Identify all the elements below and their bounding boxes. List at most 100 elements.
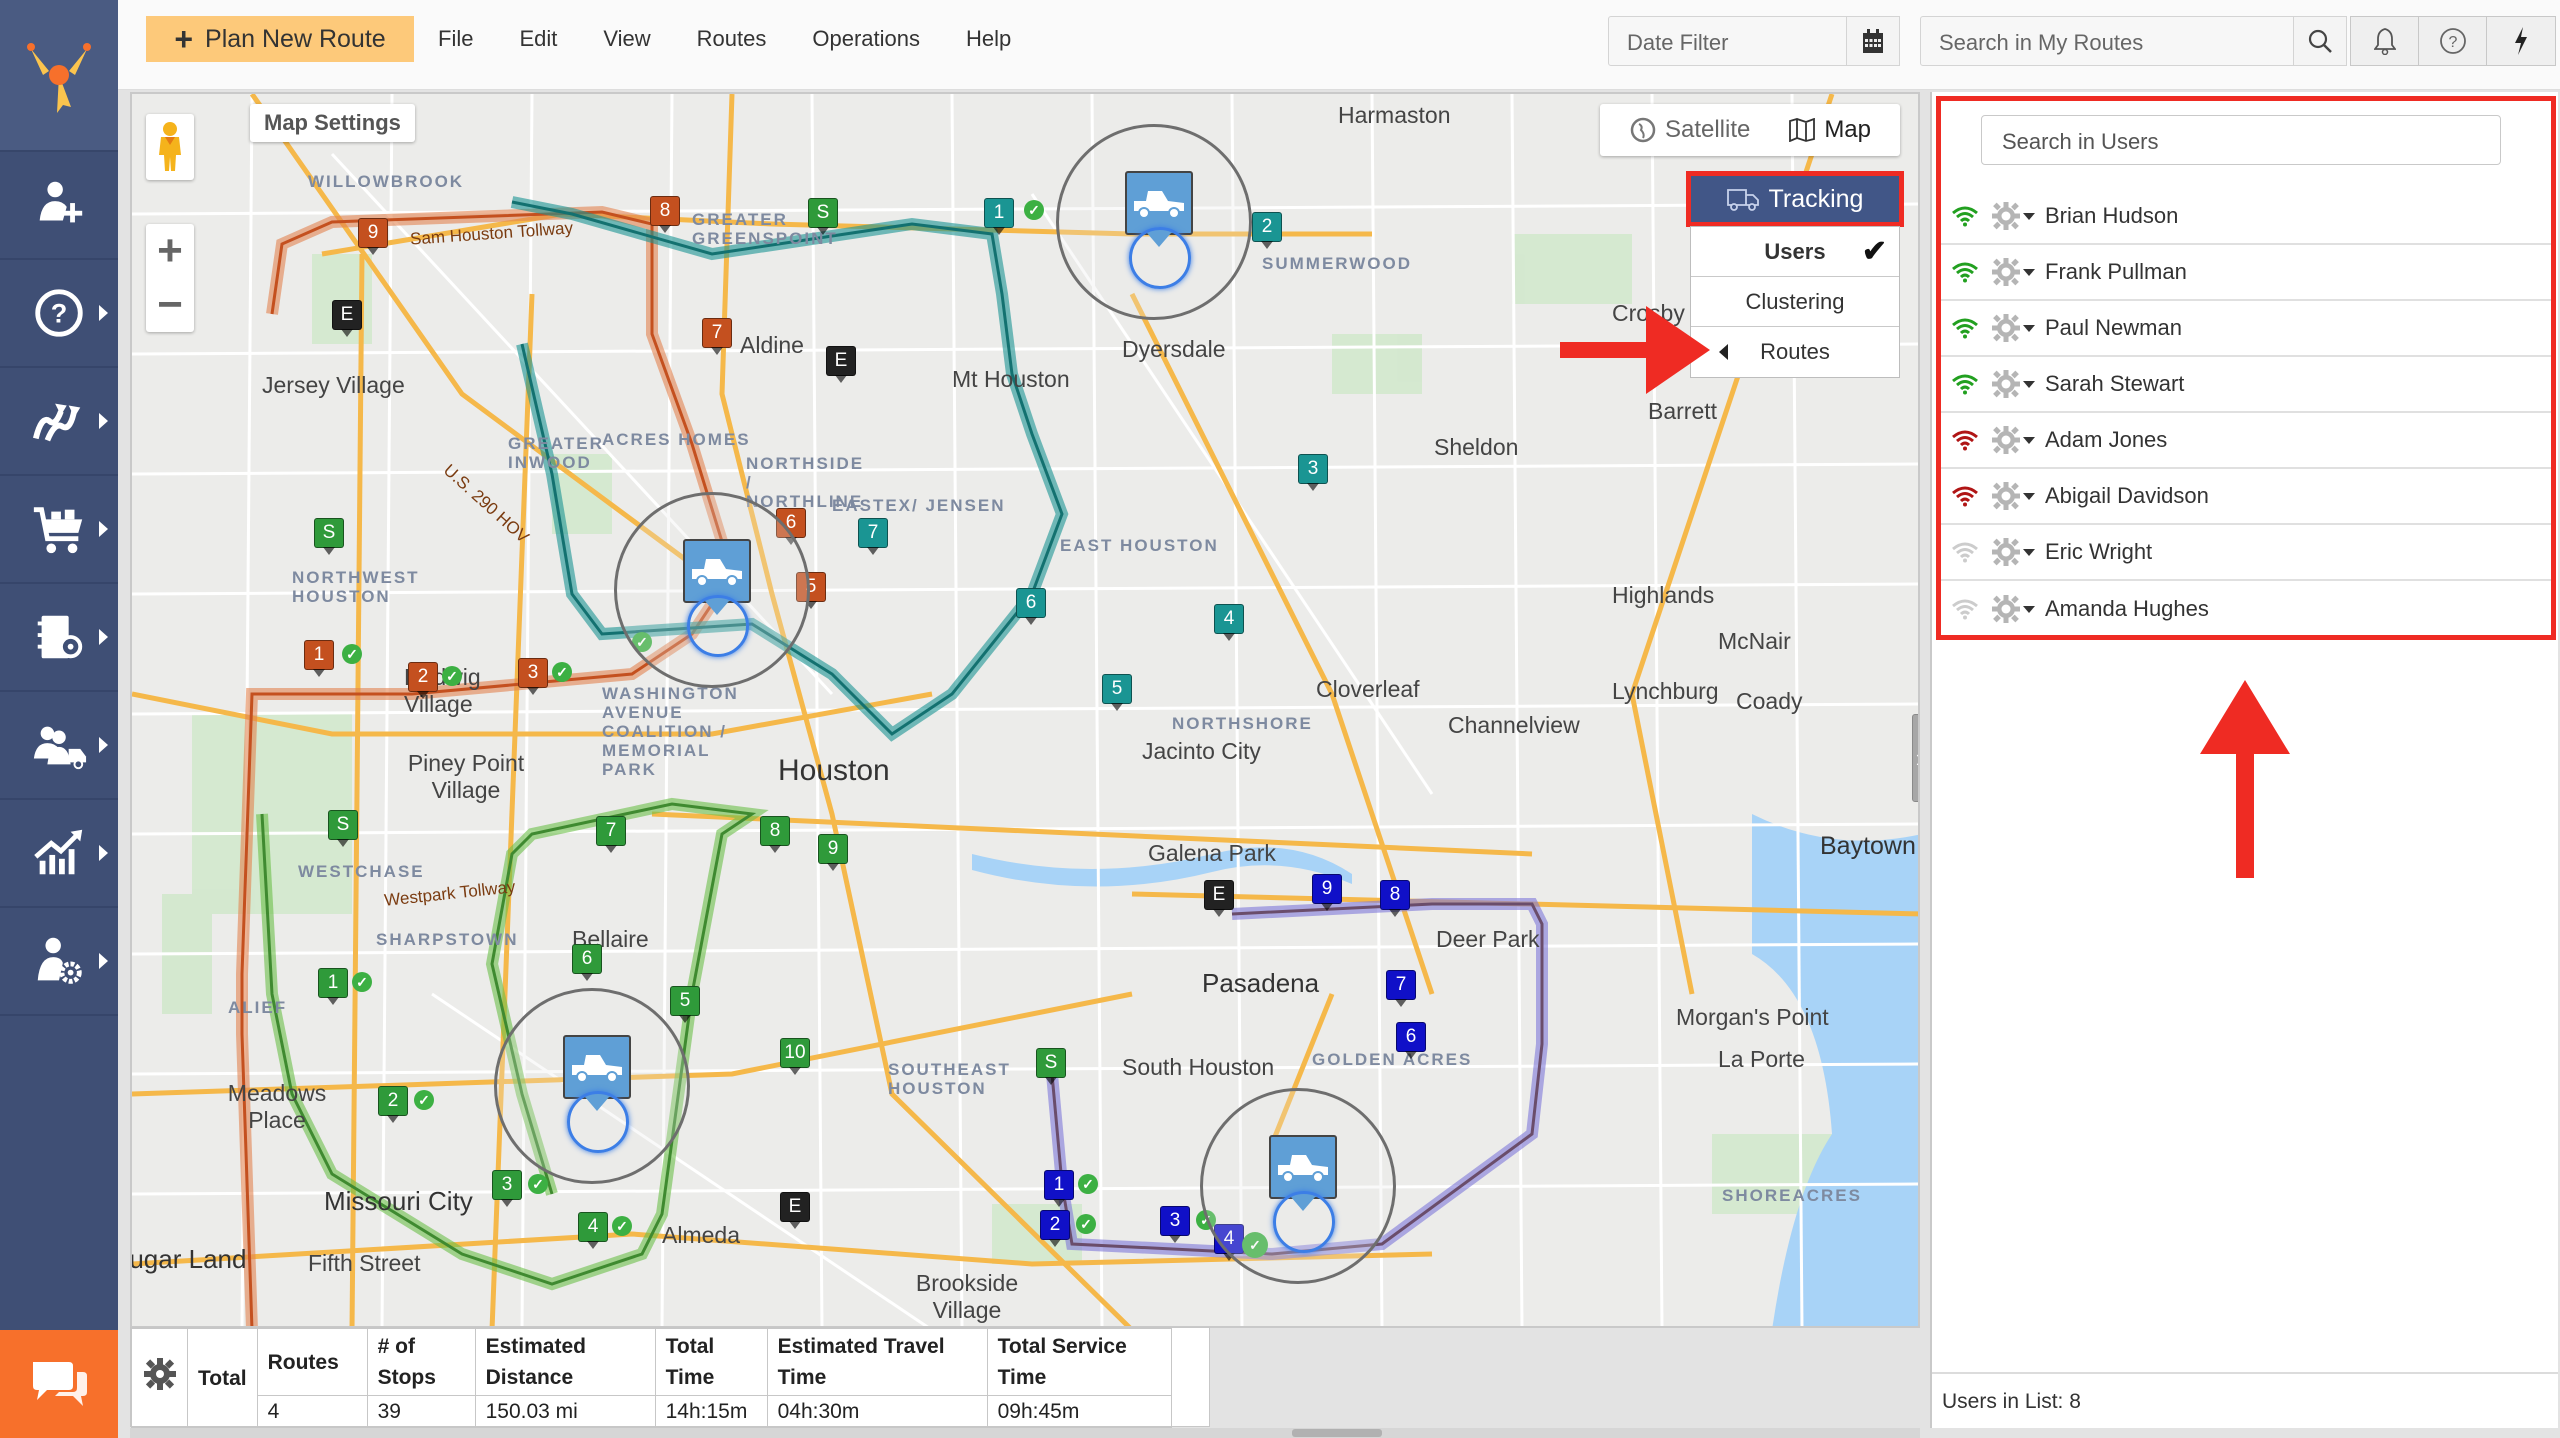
- menu-view[interactable]: View: [603, 26, 650, 52]
- menu-operations[interactable]: Operations: [812, 26, 920, 52]
- user-dropdown-caret-icon[interactable]: [2023, 605, 2035, 613]
- menu-file[interactable]: File: [438, 26, 473, 52]
- route-marker[interactable]: 2: [1252, 212, 1282, 249]
- street-view-pegman[interactable]: [146, 114, 194, 180]
- user-row[interactable]: Frank Pullman: [1941, 245, 2551, 301]
- user-dropdown-caret-icon[interactable]: [2023, 380, 2035, 388]
- tracked-vehicle[interactable]: [494, 988, 690, 1184]
- route-marker[interactable]: 9: [1312, 874, 1342, 911]
- route-marker[interactable]: 2: [1040, 1210, 1070, 1247]
- user-settings-gear-icon[interactable]: [1991, 313, 2021, 343]
- collapse-panel-button[interactable]: »: [1912, 714, 1918, 802]
- notifications-button[interactable]: [2351, 17, 2419, 65]
- route-end-marker[interactable]: E: [332, 300, 362, 337]
- route-marker[interactable]: 1: [984, 198, 1014, 235]
- route-marker[interactable]: 7: [596, 816, 626, 853]
- user-settings-gear-icon[interactable]: [1991, 481, 2021, 511]
- route-marker[interactable]: 8: [650, 196, 680, 233]
- sidebar-item-address-book[interactable]: [0, 584, 118, 692]
- sidebar-item-routes[interactable]: [0, 368, 118, 476]
- user-settings-gear-icon[interactable]: [1991, 257, 2021, 287]
- help-button[interactable]: ?: [2419, 17, 2487, 65]
- tracking-menu-users[interactable]: Users ✔: [1691, 227, 1899, 277]
- map-canvas[interactable]: WILLOWBROOK GREATER GREENSPOINT Jersey V…: [130, 92, 1920, 1328]
- route-marker[interactable]: 1: [304, 640, 334, 677]
- user-settings-gear-icon[interactable]: [1991, 425, 2021, 455]
- route-marker[interactable]: 9: [358, 218, 388, 255]
- route-marker[interactable]: 9: [818, 834, 848, 871]
- route-marker[interactable]: 10: [780, 1038, 810, 1075]
- user-row[interactable]: Adam Jones: [1941, 413, 2551, 469]
- sidebar-item-team[interactable]: [0, 692, 118, 800]
- user-dropdown-caret-icon[interactable]: [2023, 268, 2035, 276]
- user-row[interactable]: Amanda Hughes: [1941, 581, 2551, 637]
- sidebar-item-orders[interactable]: [0, 476, 118, 584]
- route-marker[interactable]: 8: [1380, 880, 1410, 917]
- route-marker[interactable]: 4: [1214, 604, 1244, 641]
- route-marker[interactable]: 6: [572, 944, 602, 981]
- route-marker[interactable]: 6: [1396, 1022, 1426, 1059]
- route-start-marker[interactable]: S: [808, 198, 838, 235]
- route-marker[interactable]: 6: [1016, 588, 1046, 625]
- user-dropdown-caret-icon[interactable]: [2023, 212, 2035, 220]
- route-marker[interactable]: 1: [1044, 1170, 1074, 1207]
- sidebar-item-help[interactable]: ?: [0, 260, 118, 368]
- user-dropdown-caret-icon[interactable]: [2023, 548, 2035, 556]
- route-marker[interactable]: 2: [408, 662, 438, 699]
- logo[interactable]: [0, 0, 118, 152]
- route-marker[interactable]: 2: [378, 1086, 408, 1123]
- date-filter-input[interactable]: Date Filter: [1608, 16, 1850, 66]
- tracking-menu-clustering[interactable]: Clustering: [1691, 277, 1899, 327]
- route-marker[interactable]: 4: [578, 1212, 608, 1249]
- route-marker[interactable]: 7: [858, 518, 888, 555]
- route-end-marker[interactable]: E: [826, 346, 856, 383]
- satellite-button[interactable]: Satellite: [1629, 116, 1750, 144]
- route-marker[interactable]: 5: [670, 986, 700, 1023]
- user-row[interactable]: Brian Hudson: [1941, 189, 2551, 245]
- search-users-input[interactable]: Search in Users: [1981, 115, 2501, 165]
- sidebar-item-analytics[interactable]: [0, 800, 118, 908]
- user-dropdown-caret-icon[interactable]: [2023, 324, 2035, 332]
- route-end-marker[interactable]: E: [1204, 880, 1234, 917]
- search-routes-input[interactable]: Search in My Routes: [1920, 16, 2296, 66]
- user-settings-gear-icon[interactable]: [1991, 594, 2021, 624]
- quick-actions-button[interactable]: [2487, 17, 2555, 65]
- zoom-out-button[interactable]: −: [146, 278, 194, 332]
- user-row[interactable]: Eric Wright: [1941, 525, 2551, 581]
- tracked-vehicle[interactable]: [1056, 124, 1252, 320]
- route-marker[interactable]: 7: [702, 318, 732, 355]
- user-row[interactable]: Abigail Davidson: [1941, 469, 2551, 525]
- chat-button[interactable]: [0, 1330, 118, 1438]
- route-start-marker[interactable]: S: [314, 518, 344, 555]
- plan-new-route-button[interactable]: + Plan New Route: [146, 16, 414, 62]
- tracked-vehicle[interactable]: [614, 492, 810, 688]
- route-start-marker[interactable]: S: [328, 810, 358, 847]
- route-marker[interactable]: 3: [492, 1170, 522, 1207]
- menu-edit[interactable]: Edit: [519, 26, 557, 52]
- menu-routes[interactable]: Routes: [697, 26, 767, 52]
- scrollbar-thumb[interactable]: [1292, 1429, 1382, 1437]
- user-row[interactable]: Paul Newman: [1941, 301, 2551, 357]
- summary-settings-button[interactable]: [131, 1328, 188, 1428]
- user-settings-gear-icon[interactable]: [1991, 201, 2021, 231]
- menu-help[interactable]: Help: [966, 26, 1011, 52]
- route-marker[interactable]: 7: [1386, 970, 1416, 1007]
- route-marker[interactable]: 3: [518, 658, 548, 695]
- map-button[interactable]: Map: [1788, 116, 1871, 144]
- route-start-marker[interactable]: S: [1036, 1048, 1066, 1085]
- tracked-vehicle[interactable]: [1200, 1088, 1396, 1284]
- route-marker[interactable]: 3: [1298, 454, 1328, 491]
- user-dropdown-caret-icon[interactable]: [2023, 436, 2035, 444]
- user-dropdown-caret-icon[interactable]: [2023, 492, 2035, 500]
- user-settings-gear-icon[interactable]: [1991, 537, 2021, 567]
- tracking-menu-routes[interactable]: Routes: [1691, 327, 1899, 377]
- route-marker[interactable]: 8: [760, 816, 790, 853]
- calendar-button[interactable]: [1846, 16, 1900, 66]
- tracking-button[interactable]: Tracking: [1686, 171, 1904, 227]
- route-marker[interactable]: 1: [318, 968, 348, 1005]
- search-button[interactable]: [2293, 16, 2347, 66]
- map-settings-button[interactable]: Map Settings: [250, 104, 415, 142]
- route-end-marker[interactable]: E: [780, 1192, 810, 1229]
- sidebar-item-user-settings[interactable]: [0, 908, 118, 1016]
- horizontal-scrollbar[interactable]: [130, 1428, 1920, 1438]
